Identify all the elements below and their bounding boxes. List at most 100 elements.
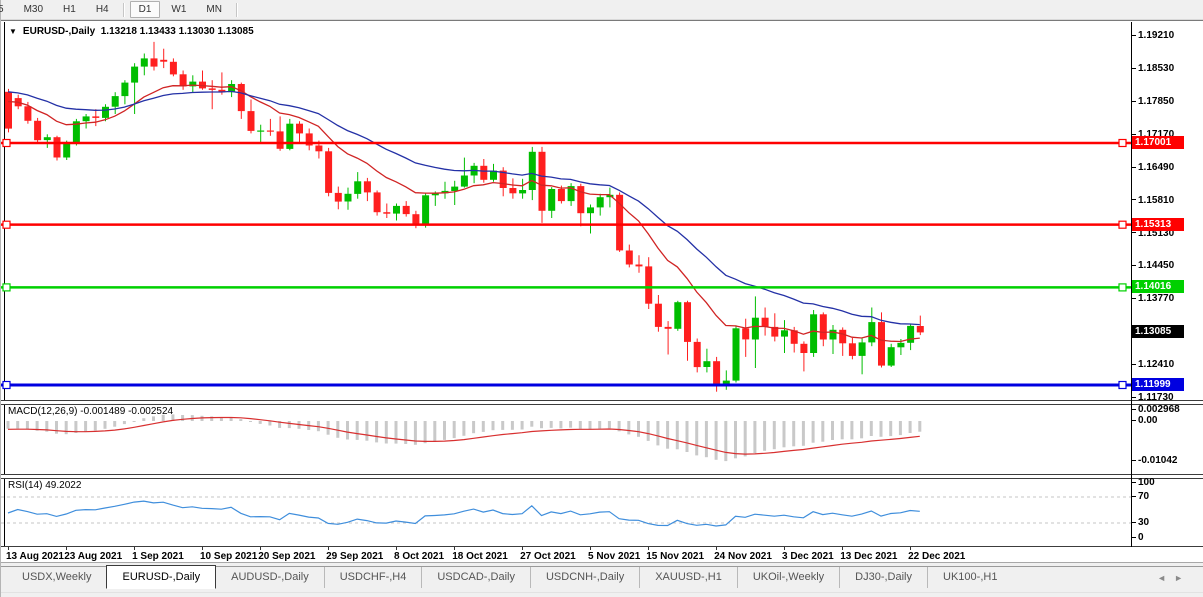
- macd-indicator-label: MACD(12,26,9) -0.001489 -0.002524: [8, 406, 174, 417]
- axis-tick-mark: [1132, 460, 1136, 462]
- toolbar-separator: [122, 2, 125, 17]
- chart-tab-usdcnhdaily[interactable]: USDCNH-,Daily: [529, 567, 639, 588]
- date-tick-mark: [134, 547, 136, 550]
- price-tick-label: 1.14450: [1132, 260, 1174, 271]
- price-tick-label: 1.16490: [1132, 162, 1174, 173]
- chart-tab-usdchfh4[interactable]: USDCHF-,H4: [323, 567, 422, 588]
- tab-scroll-left-icon[interactable]: ◄: [1157, 573, 1174, 583]
- status-bar: [1, 592, 1203, 597]
- date-tick-label: 10 Sep 2021: [200, 551, 258, 562]
- line-anchor-marker[interactable]: [1118, 138, 1127, 148]
- date-tick-mark: [66, 547, 68, 550]
- ma-slow-line: [7, 90, 920, 326]
- time-axis-line: [1, 546, 1203, 547]
- date-tick-mark: [396, 547, 397, 550]
- chart-tab-audusddaily[interactable]: AUDUSD-,Daily: [216, 567, 324, 588]
- axis-tick-mark: [1132, 166, 1136, 168]
- line-anchor-marker[interactable]: [2, 380, 11, 390]
- date-tick-mark: [202, 547, 203, 550]
- date-tick-label: 13 Aug 2021: [6, 551, 64, 562]
- rsi-tick-label: 0: [1132, 532, 1144, 543]
- timeframe-button-d1[interactable]: D1: [129, 1, 161, 18]
- axis-tick-mark: [1132, 100, 1136, 102]
- chart-tab-usdxweekly[interactable]: USDX,Weekly: [7, 567, 106, 588]
- macd-histogram: [6, 414, 922, 462]
- price-pane[interactable]: [1, 22, 1131, 400]
- macd-tick-label: 0.00: [1132, 415, 1157, 426]
- date-tick-label: 5 Nov 2021: [588, 551, 641, 562]
- price-level-badge: 1.17001: [1132, 136, 1184, 149]
- date-tick-label: 23 Aug 2021: [64, 551, 123, 562]
- price-level-badge: 1.11999: [1132, 377, 1184, 391]
- tab-scroll-arrows: ◄►: [1157, 573, 1191, 583]
- date-tick-mark: [716, 547, 718, 550]
- chart-tab-uk100h1[interactable]: UK100-,H1: [927, 567, 1012, 588]
- rsi-pane[interactable]: [1, 478, 1131, 546]
- date-tick-mark: [260, 547, 262, 550]
- chart-tab-dj30daily[interactable]: DJ30-,Daily: [839, 567, 927, 588]
- current-price-badge: 1.13085: [1132, 325, 1184, 339]
- price-tick-label: 1.19210: [1132, 30, 1174, 41]
- axis-tick-mark: [1132, 536, 1136, 538]
- date-tick-mark: [328, 547, 330, 550]
- chart-tab-usdcaddaily[interactable]: USDCAD-,Daily: [421, 567, 530, 588]
- candlestick-series: [5, 41, 924, 392]
- rsi-tick-label: 30: [1132, 517, 1149, 528]
- line-anchor-marker[interactable]: [2, 138, 11, 148]
- timeframe-button-m30[interactable]: M30: [15, 1, 52, 18]
- timeframe-button-5[interactable]: 5: [0, 1, 13, 18]
- macd-tick-label: -0.01042: [1132, 455, 1177, 466]
- chart-tab-xauusdh1[interactable]: XAUUSD-,H1: [639, 567, 737, 588]
- chart-symbol-period: EURUSD-,Daily: [22, 26, 96, 37]
- chart-collapse-icon[interactable]: ▼: [9, 27, 17, 36]
- axis-tick-mark: [1132, 521, 1136, 523]
- date-tick-label: 24 Nov 2021: [714, 551, 772, 562]
- chart-tab-eurusddaily[interactable]: EURUSD-,Daily: [106, 565, 217, 589]
- date-tick-label: 15 Nov 2021: [646, 551, 705, 562]
- line-anchor-marker[interactable]: [2, 220, 11, 229]
- axis-tick-mark: [1132, 419, 1136, 421]
- price-tick-label: 1.12410: [1132, 359, 1174, 370]
- chart-title: ▼ EURUSD-,Daily 1.13218 1.13433 1.13030 1…: [9, 26, 254, 37]
- tab-scroll-right-icon[interactable]: ►: [1174, 573, 1191, 583]
- axis-tick-mark: [1132, 232, 1136, 234]
- date-tick-label: 13 Dec 2021: [840, 551, 898, 562]
- chart-tab-ukoilweekly[interactable]: UKOil-,Weekly: [736, 567, 839, 588]
- ma-fast-line: [7, 84, 920, 343]
- axis-tick-mark: [1132, 396, 1136, 398]
- terminal-window: 5 M30 H1 H4 D1 W1 MN ▼ EURUSD-,Daily 1.13218 1.…: [0, 0, 1203, 597]
- date-tick-mark: [784, 547, 785, 550]
- axis-tick-mark: [1132, 34, 1136, 36]
- price-tick-label: 1.13770: [1132, 293, 1174, 304]
- line-anchor-marker[interactable]: [2, 283, 11, 292]
- date-tick-label: 20 Sep 2021: [258, 551, 316, 562]
- date-tick-mark: [910, 547, 912, 550]
- line-anchor-marker[interactable]: [1118, 283, 1127, 292]
- date-tick-mark: [8, 547, 9, 550]
- date-tick-label: 1 Sep 2021: [132, 551, 184, 562]
- rsi-indicator-label: RSI(14) 49.2022: [8, 480, 82, 491]
- timeframe-toolbar: 5 M30 H1 H4 D1 W1 MN: [0, 0, 1203, 20]
- date-tick-label: 22 Dec 2021: [908, 551, 966, 562]
- date-tick-label: 27 Oct 2021: [520, 551, 576, 562]
- timeframe-button-mn[interactable]: MN: [197, 1, 231, 18]
- axis-tick-mark: [1132, 265, 1136, 267]
- date-tick-mark: [648, 547, 650, 550]
- date-tick-mark: [522, 547, 524, 550]
- date-tick-mark: [590, 547, 591, 550]
- price-level-badge: 1.14016: [1132, 280, 1184, 294]
- timeframe-button-h1[interactable]: H1: [54, 1, 85, 18]
- timeframe-button-h4[interactable]: H4: [87, 1, 118, 18]
- macd-tick-label: 0.002968: [1132, 404, 1180, 415]
- axis-tick-mark: [1132, 363, 1136, 365]
- timeframe-button-w1[interactable]: W1: [162, 1, 195, 18]
- rsi-tick-label: 70: [1132, 491, 1149, 502]
- date-tick-mark: [454, 547, 456, 550]
- price-level-badge: 1.15313: [1132, 217, 1184, 231]
- price-tick-label: 1.11730: [1132, 392, 1174, 403]
- price-tick-label: 1.15810: [1132, 195, 1174, 206]
- line-anchor-marker[interactable]: [1118, 380, 1127, 390]
- axis-tick-mark: [1132, 408, 1136, 410]
- axis-tick-mark: [1132, 199, 1136, 201]
- line-anchor-marker[interactable]: [1118, 220, 1127, 229]
